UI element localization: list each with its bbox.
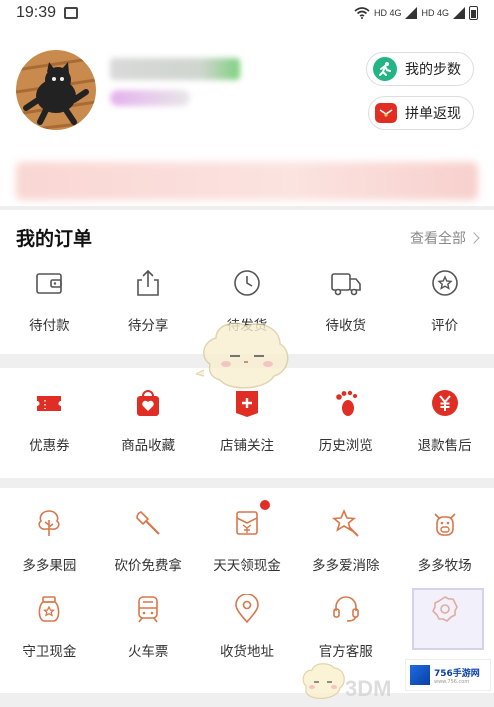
site-badge: 756手游网 www.756.com [405, 659, 491, 691]
running-icon [373, 57, 397, 81]
network-label: HD 4G [373, 8, 402, 18]
order-pending-shipment[interactable]: 待发货 [198, 266, 297, 334]
group-rebate-button[interactable]: 拼单返现 [368, 96, 474, 130]
group-rebate-label: 拼单返现 [405, 106, 461, 122]
cow-icon [428, 506, 462, 540]
yen-icon [428, 386, 462, 420]
site-badge-title: 756手游网 [434, 668, 480, 679]
order-item-label: 待分享 [127, 318, 169, 334]
tree-icon [32, 506, 66, 540]
order-item-label: 评价 [431, 318, 459, 334]
shipping-address-entry[interactable]: 收货地址 [198, 592, 297, 660]
coupons-entry[interactable]: 优惠券 [0, 386, 99, 454]
my-steps-label: 我的步数 [405, 62, 461, 78]
watermark-3dm: 3DM [345, 676, 392, 701]
favorites-entry[interactable]: 商品收藏 [99, 386, 198, 454]
shortcuts-row: 优惠券 商品收藏 店铺关注 历史浏览 退款售后 [0, 386, 494, 454]
train-tickets-entry[interactable]: 火车票 [99, 592, 198, 660]
share-icon [131, 266, 165, 300]
user-subtitle-blurred [110, 90, 190, 106]
page-bottom-edge [0, 693, 494, 707]
customer-service-entry[interactable]: 官方客服 [296, 592, 395, 660]
ranch-entry[interactable]: 多多牧场 [395, 506, 494, 574]
browse-history-entry[interactable]: 历史浏览 [296, 386, 395, 454]
network-label-2: HD 4G [421, 8, 449, 18]
guard-cash-entry[interactable]: 守卫现金 [0, 592, 99, 660]
avatar[interactable] [16, 50, 96, 130]
shortcut-label: 优惠券 [29, 438, 70, 454]
footprint-icon [329, 386, 363, 420]
service-label: 守卫现金 [22, 644, 77, 660]
my-orders-section: 我的订单 查看全部 待付款 待分享 待发货 待收货 评价 [0, 210, 494, 354]
shortcut-label: 店铺关注 [219, 438, 274, 454]
star-bubble-icon [428, 266, 462, 300]
service-label: 多多果园 [22, 558, 77, 574]
money-jar-icon [32, 592, 66, 626]
service-label: 收货地址 [219, 644, 274, 660]
services-row-1: 多多果园 砍价免费拿 天天领现金 多多爱消除 多多牧场 [0, 500, 494, 574]
view-all-label: 查看全部 [410, 231, 466, 247]
location-icon [230, 592, 264, 626]
shortcut-label: 历史浏览 [318, 438, 373, 454]
order-item-label: 待收货 [325, 318, 367, 334]
cash-envelope-icon [230, 506, 264, 540]
shortcut-label: 退款售后 [417, 438, 472, 454]
clock-icon [230, 266, 264, 300]
order-review[interactable]: 评价 [395, 266, 494, 334]
truck-icon [329, 266, 363, 300]
order-pending-payment[interactable]: 待付款 [0, 266, 99, 334]
battery-icon [469, 6, 478, 20]
train-icon [131, 592, 165, 626]
wifi-icon [354, 7, 370, 19]
status-bar: 19:39 HD 4G HD 4G [0, 0, 494, 26]
refunds-entry[interactable]: 退款售后 [395, 386, 494, 454]
service-label: 天天领现金 [213, 558, 281, 574]
service-label: 多多爱消除 [312, 558, 380, 574]
heart-bag-icon [131, 386, 165, 420]
notification-dot [259, 500, 270, 510]
star-wand-icon [329, 506, 363, 540]
coupon-icon [32, 386, 66, 420]
order-item-label: 待发货 [226, 318, 268, 334]
order-item-label: 待付款 [29, 318, 70, 334]
view-all-orders-link[interactable]: 查看全部 [410, 228, 480, 248]
selection-highlight [412, 588, 484, 650]
status-indicators: HD 4G HD 4G [354, 6, 478, 20]
headset-icon [329, 592, 363, 626]
chevron-right-icon [468, 232, 480, 244]
username-blurred [110, 58, 240, 80]
service-label: 火车票 [127, 644, 169, 660]
my-orders-title: 我的订单 [16, 228, 93, 250]
daily-cash-entry[interactable]: 天天领现金 [198, 500, 297, 574]
gallery-notification-icon [64, 7, 79, 19]
site-badge-url: www.756.com [434, 678, 470, 685]
status-time: 19:39 [16, 4, 57, 21]
wallet-icon [32, 266, 66, 300]
match-game-entry[interactable]: 多多爱消除 [296, 506, 395, 574]
cube-logo-icon [410, 665, 430, 685]
order-pending-share[interactable]: 待分享 [99, 266, 198, 334]
shortcut-label: 商品收藏 [121, 438, 176, 454]
orchard-entry[interactable]: 多多果园 [0, 506, 99, 574]
axe-icon [131, 506, 165, 540]
signal-icon [405, 7, 418, 19]
followed-stores-entry[interactable]: 店铺关注 [198, 386, 297, 454]
my-steps-button[interactable]: 我的步数 [366, 52, 474, 86]
site-badge-text: 756手游网 www.756.com [434, 666, 480, 685]
shop-plus-icon [230, 386, 264, 420]
promo-banner-blurred[interactable] [16, 162, 478, 200]
profile-header: 我的步数 拼单返现 [0, 26, 494, 206]
red-envelope-icon [375, 103, 397, 123]
order-status-row: 待付款 待分享 待发货 待收货 评价 [0, 266, 494, 334]
service-label: 官方客服 [318, 644, 373, 660]
service-label: 多多牧场 [417, 558, 472, 574]
bargain-entry[interactable]: 砍价免费拿 [99, 506, 198, 574]
signal-icon-2 [453, 7, 465, 19]
shortcuts-section: 优惠券 商品收藏 店铺关注 历史浏览 退款售后 [0, 368, 494, 478]
service-label: 砍价免费拿 [114, 558, 182, 574]
order-pending-receipt[interactable]: 待收货 [296, 266, 395, 334]
